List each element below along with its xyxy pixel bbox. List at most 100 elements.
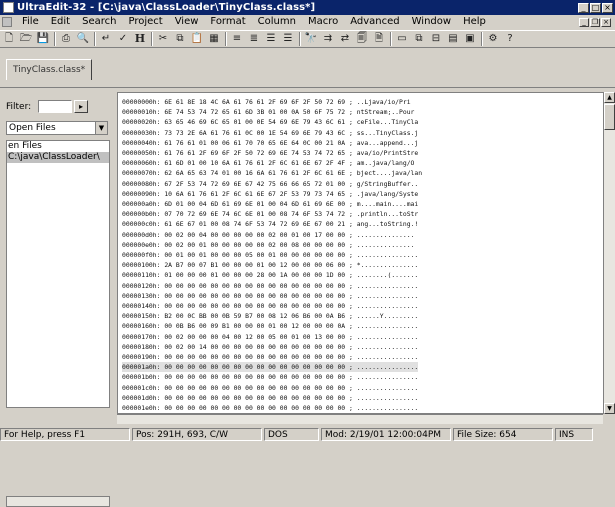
hex-row[interactable]: 000001b0h: 00 00 00 00 00 00 00 00 00 00… xyxy=(122,372,418,382)
hex-row[interactable]: 00000010h: 6E 74 53 74 72 65 61 6D 3B 01… xyxy=(122,107,414,117)
hex-row[interactable]: 000000c0h: 61 6E 67 01 00 08 74 6F 53 74… xyxy=(122,219,418,229)
hex-row[interactable]: 00000060h: 61 6D 01 00 10 6A 61 76 61 2F… xyxy=(122,158,414,168)
menu-bar: File Edit Search Project View Format Col… xyxy=(0,15,615,29)
doc-minimize-button[interactable]: _ xyxy=(579,17,589,27)
outdent-icon[interactable]: ≣ xyxy=(247,32,261,46)
chevron-down-icon[interactable]: ▼ xyxy=(95,122,107,134)
filter-button[interactable]: ▸ xyxy=(74,100,88,113)
hex-mode-button[interactable]: H xyxy=(133,32,147,46)
split-window-icon[interactable]: ⊟ xyxy=(429,32,443,46)
paste-special-icon[interactable]: ▦ xyxy=(207,32,221,46)
hex-row[interactable]: 00000190h: 00 00 00 00 00 00 00 00 00 00… xyxy=(122,352,418,362)
hex-row[interactable]: 000001d0h: 00 00 00 00 00 00 00 00 00 00… xyxy=(122,393,418,403)
hex-row[interactable]: 00000030h: 73 73 2E 6A 61 76 61 0C 00 1E… xyxy=(122,128,418,138)
scroll-down-icon[interactable]: ▼ xyxy=(604,403,615,414)
hex-row[interactable]: 000001c0h: 00 00 00 00 00 00 00 00 00 00… xyxy=(122,383,418,393)
hex-row[interactable]: 00000160h: 00 0B B6 00 09 B1 00 00 00 01… xyxy=(122,321,418,331)
new-file-icon[interactable]: 🗋 xyxy=(2,32,16,46)
hex-row[interactable]: 00000110h: 01 00 00 00 01 00 00 00 28 00… xyxy=(122,270,418,280)
hex-row[interactable]: 00000140h: 00 00 00 00 00 00 00 00 00 00… xyxy=(122,301,418,311)
align-left-icon[interactable]: ☰ xyxy=(264,32,278,46)
tab-tinyclass[interactable]: TinyClass.class* xyxy=(6,59,93,80)
hex-row[interactable]: 00000070h: 62 6A 65 63 74 01 00 16 6A 61… xyxy=(122,168,422,178)
hex-row[interactable]: 000000f0h: 00 01 00 01 00 00 00 05 00 01… xyxy=(122,250,418,260)
open-file-icon[interactable]: 🗁 xyxy=(19,32,33,46)
cut-icon[interactable]: ✂ xyxy=(156,32,170,46)
hex-row[interactable]: 00000040h: 61 76 61 01 00 06 61 70 70 65… xyxy=(122,138,418,148)
status-encoding: DOS xyxy=(264,427,319,441)
list-icon[interactable]: ▤ xyxy=(446,32,460,46)
hex-row[interactable]: 000000b0h: 07 70 72 69 6E 74 6C 6E 01 00… xyxy=(122,209,418,219)
hex-row[interactable]: 00000100h: 2A B7 00 07 B1 00 00 00 01 00… xyxy=(122,260,418,270)
hex-row[interactable]: 00000080h: 67 2F 53 74 72 69 6E 67 42 75… xyxy=(122,179,418,189)
window-list-icon[interactable]: ▣ xyxy=(463,32,477,46)
indent-icon[interactable]: ≡ xyxy=(230,32,244,46)
title-bar[interactable]: UltraEdit-32 - [C:\java\ClassLoader\Tiny… xyxy=(0,0,615,15)
hex-row[interactable]: 000001e0h: 00 00 00 00 00 00 00 00 00 00… xyxy=(122,403,418,413)
horizontal-scrollbar[interactable] xyxy=(117,414,603,424)
find-in-files-icon[interactable]: 🗐 xyxy=(355,32,369,46)
app-icon[interactable] xyxy=(3,2,14,13)
document-icon[interactable] xyxy=(2,17,12,27)
menu-file[interactable]: File xyxy=(16,16,45,28)
menu-advanced[interactable]: Advanced xyxy=(344,16,405,28)
close-button[interactable]: × xyxy=(602,2,613,13)
hex-row[interactable]: 00000150h: B2 00 0C BB 00 0B 59 B7 00 08… xyxy=(122,311,418,321)
tile-icon[interactable]: ▭ xyxy=(395,32,409,46)
hex-row[interactable]: 00000090h: 10 6A 61 76 61 2F 6C 61 6E 67… xyxy=(122,189,418,199)
hex-editor[interactable]: 00000000h: 6E 61 8E 18 4C 6A 61 76 61 2F… xyxy=(117,92,605,414)
help-icon[interactable]: ? xyxy=(503,32,517,46)
scroll-up-icon[interactable]: ▲ xyxy=(604,92,615,103)
paste-icon[interactable]: 📋 xyxy=(190,32,204,46)
menu-format[interactable]: Format xyxy=(204,16,251,28)
find-icon[interactable]: 🔭 xyxy=(304,32,318,46)
replace-in-files-icon[interactable]: 🗎 xyxy=(372,32,386,46)
spell-check-icon[interactable]: ✓ xyxy=(116,32,130,46)
hex-row[interactable]: 00000130h: 00 00 00 00 00 00 00 00 00 00… xyxy=(122,291,418,301)
hex-row[interactable]: 000000a0h: 6D 01 00 04 6D 61 69 6E 01 00… xyxy=(122,199,418,209)
replace-icon[interactable]: ⇄ xyxy=(338,32,352,46)
file-list[interactable]: en Files C:\java\ClassLoader\ xyxy=(6,140,110,408)
menu-window[interactable]: Window xyxy=(406,16,457,28)
menu-help[interactable]: Help xyxy=(457,16,492,28)
options-icon[interactable]: ⚙ xyxy=(486,32,500,46)
minimize-button[interactable]: _ xyxy=(578,2,589,13)
menu-project[interactable]: Project xyxy=(122,16,168,28)
file-list-item[interactable]: en Files xyxy=(7,141,109,152)
hex-row[interactable]: 000000d0h: 00 02 00 04 00 00 00 00 00 02… xyxy=(122,230,414,240)
menu-search[interactable]: Search xyxy=(76,16,122,28)
find-next-icon[interactable]: ⇉ xyxy=(321,32,335,46)
align-right-icon[interactable]: ☰ xyxy=(281,32,295,46)
hex-row[interactable]: 00000050h: 61 76 61 2F 69 6F 2F 50 72 69… xyxy=(122,148,418,158)
file-list-item[interactable]: C:\java\ClassLoader\ xyxy=(7,152,109,163)
copy-icon[interactable]: ⧉ xyxy=(173,32,187,46)
menu-view[interactable]: View xyxy=(169,16,205,28)
menu-macro[interactable]: Macro xyxy=(302,16,344,28)
cascade-icon[interactable]: ⧉ xyxy=(412,32,426,46)
hex-row[interactable]: 00000180h: 00 02 00 14 00 00 00 00 00 00… xyxy=(122,342,418,352)
app-window: UltraEdit-32 - [C:\java\ClassLoader\Tiny… xyxy=(0,0,615,507)
vertical-scrollbar[interactable]: ▲ ▼ xyxy=(603,92,615,414)
word-wrap-icon[interactable]: ↵ xyxy=(99,32,113,46)
hex-row[interactable]: 000000e0h: 00 02 00 01 00 00 00 00 00 02… xyxy=(122,240,414,250)
scroll-thumb[interactable] xyxy=(604,104,615,130)
filter-row: Filter: ▸ xyxy=(6,100,88,113)
hex-row[interactable]: 00000000h: 6E 61 8E 18 4C 6A 61 76 61 2F… xyxy=(122,97,411,107)
print-preview-icon[interactable]: 🔍 xyxy=(76,32,90,46)
filter-input[interactable] xyxy=(38,100,72,113)
window-title: UltraEdit-32 - [C:\java\ClassLoader\Tiny… xyxy=(17,2,316,13)
toolbar: 🗋 🗁 💾 ⎙ 🔍 ↵ ✓ H ✂ ⧉ 📋 ▦ ≡ ≣ ☰ ☰ 🔭 ⇉ ⇄ 🗐 … xyxy=(0,30,615,48)
doc-close-button[interactable]: × xyxy=(601,17,611,27)
doc-restore-button[interactable]: ❐ xyxy=(590,17,600,27)
print-icon[interactable]: ⎙ xyxy=(59,32,73,46)
hex-row[interactable]: 00000020h: 63 65 46 69 6C 65 01 00 0E 54… xyxy=(122,117,418,127)
hex-row[interactable]: 000001a0h: 00 00 00 00 00 00 00 00 00 00… xyxy=(122,362,419,373)
file-panel-scrollbar[interactable] xyxy=(6,496,110,507)
maximize-button[interactable]: □ xyxy=(590,2,601,13)
menu-edit[interactable]: Edit xyxy=(45,16,76,28)
open-files-select[interactable]: Open Files ▼ xyxy=(6,121,108,135)
menu-column[interactable]: Column xyxy=(252,16,302,28)
save-icon[interactable]: 💾 xyxy=(36,32,50,46)
hex-row[interactable]: 00000170h: 00 02 00 00 00 04 00 12 00 05… xyxy=(122,332,418,342)
hex-row[interactable]: 00000120h: 00 00 00 00 00 00 00 00 00 00… xyxy=(122,281,418,291)
